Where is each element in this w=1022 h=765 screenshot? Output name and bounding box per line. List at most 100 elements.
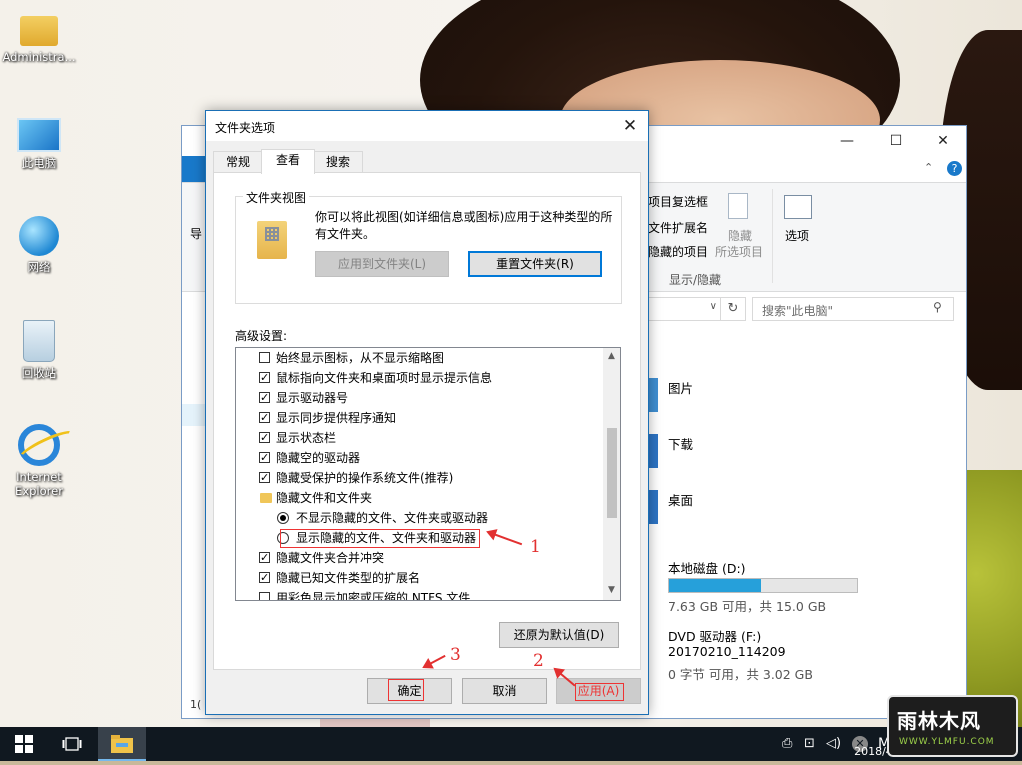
setting-show-popup-description[interactable]: 鼠标指向文件夹和桌面项时显示提示信息 [236, 368, 602, 388]
tab-view[interactable]: 查看 [261, 149, 315, 174]
drive-d[interactable]: 本地磁盘 (D:) 7.63 GB 可用，共 15.0 GB [648, 556, 948, 614]
checkbox[interactable] [259, 368, 270, 388]
refresh-icon[interactable]: ↻ [720, 297, 746, 321]
search-icon: ⚲ [933, 300, 942, 314]
start-button[interactable] [0, 727, 48, 761]
setting-label: 显示状态栏 [276, 431, 337, 445]
setting-label: 用彩色显示加密或压缩的 NTFS 文件 [276, 591, 471, 601]
setting-hide-empty-drives[interactable]: 隐藏空的驱动器 [236, 448, 602, 468]
desktop-icon-label: 此电脑 [21, 156, 57, 170]
windows-logo-icon [15, 735, 33, 753]
setting-hide-merge-conflicts[interactable]: 隐藏文件夹合并冲突 [236, 548, 602, 568]
checkbox[interactable] [259, 568, 270, 588]
watermark-text: 雨林木风 [897, 709, 981, 733]
address-box[interactable]: ∨ [648, 297, 722, 321]
taskbar-file-explorer[interactable] [98, 727, 146, 761]
close-icon[interactable]: ✕ [618, 114, 642, 138]
file-extensions-option[interactable]: 文件扩展名 [648, 219, 708, 236]
setting-hide-extensions[interactable]: 隐藏已知文件类型的扩展名 [236, 568, 602, 588]
task-view-button[interactable] [48, 727, 96, 761]
user-folder-icon [20, 16, 58, 46]
minimize-button[interactable]: — [824, 126, 870, 156]
setting-label: 鼠标指向文件夹和桌面项时显示提示信息 [276, 371, 493, 385]
checkbox[interactable] [259, 388, 270, 408]
scroll-up-icon[interactable]: ▲ [603, 348, 620, 365]
setting-show-status-bar[interactable]: 显示状态栏 [236, 428, 602, 448]
desktop-icon-recycle-bin[interactable]: 回收站 [1, 320, 77, 380]
close-button[interactable]: ✕ [920, 126, 966, 156]
folder-label: 桌面 [668, 493, 694, 508]
checkbox[interactable] [259, 352, 270, 363]
desktop-icon-administrator[interactable]: Administra... [1, 8, 77, 64]
ribbon-collapse-icon[interactable]: ⌃ [924, 161, 933, 174]
annotation-highlight-ok [388, 679, 424, 701]
setting-sync-provider-notifications[interactable]: 显示同步提供程序通知 [236, 408, 602, 428]
drive-name: 本地磁盘 (D:) [668, 561, 746, 576]
reset-folders-button[interactable]: 重置文件夹(R) [468, 251, 602, 277]
checkbox[interactable] [259, 548, 270, 568]
folder-pictures[interactable]: 图片 [648, 376, 948, 416]
drive-f[interactable]: DVD 驱动器 (F:) 20170210_114209 0 字节 可用，共 3… [648, 624, 948, 694]
navigation-pane-button[interactable]: 导 [190, 225, 202, 242]
setting-label: 隐藏文件夹合并冲突 [276, 551, 385, 565]
apply-to-folders-button[interactable]: 应用到文件夹(L) [315, 251, 449, 277]
maximize-button[interactable]: ☐ [873, 126, 919, 156]
options-button[interactable]: 选项 [785, 227, 809, 244]
pictures-folder-icon [648, 378, 658, 412]
desktop-icon-label-line2: Explorer [15, 484, 63, 498]
setting-show-drive-letters[interactable]: 显示驱动器号 [236, 388, 602, 408]
folder-downloads[interactable]: 下载 [648, 432, 948, 472]
checkbox[interactable] [259, 408, 270, 428]
checkbox[interactable] [259, 428, 270, 448]
tab-search[interactable]: 搜索 [313, 151, 363, 173]
desktop-icon-network[interactable]: 网络 [1, 216, 77, 274]
radio-button[interactable] [277, 512, 289, 524]
desktop-icon-internet-explorer[interactable]: Internet Explorer [1, 424, 77, 498]
folder-views-label: 文件夹视图 [243, 189, 310, 206]
chevron-down-icon[interactable]: ∨ [710, 301, 717, 312]
scroll-down-icon[interactable]: ▼ [603, 582, 620, 599]
advanced-settings-list[interactable]: 始终显示图标，从不显示缩略图 鼠标指向文件夹和桌面项时显示提示信息 显示驱动器号… [235, 347, 621, 601]
annotation-step-2: 2 [533, 651, 544, 671]
desktop-folder-icon [648, 490, 658, 524]
search-input[interactable]: 搜索"此电脑" ⚲ [752, 297, 954, 321]
desktop-icon-this-pc[interactable]: 此电脑 [1, 112, 77, 170]
restore-defaults-button[interactable]: 还原为默认值(D) [499, 622, 619, 648]
setting-label: 隐藏空的驱动器 [276, 451, 361, 465]
item-checkboxes-option[interactable]: 项目复选框 [648, 193, 708, 210]
setting-hide-protected-os-files[interactable]: 隐藏受保护的操作系统文件(推荐) [236, 468, 602, 488]
volume-icon[interactable]: ◁) [826, 736, 841, 751]
setting-label: 隐藏受保护的操作系统文件(推荐) [276, 471, 454, 485]
checkbox[interactable] [259, 592, 270, 600]
usb-icon[interactable]: ⎙ [782, 736, 792, 751]
file-explorer-icon [111, 735, 133, 753]
watermark-url: WWW.YLMFU.COM [899, 737, 995, 747]
setting-color-ntfs[interactable]: 用彩色显示加密或压缩的 NTFS 文件 [236, 588, 602, 601]
scrollbar-thumb[interactable] [607, 428, 617, 518]
setting-always-show-icons[interactable]: 始终显示图标，从不显示缩略图 [236, 348, 602, 368]
setting-group-hidden-files: 隐藏文件和文件夹 [236, 488, 602, 508]
drive-name: DVD 驱动器 (F:) [668, 629, 762, 644]
task-view-icon [62, 737, 82, 751]
cancel-button[interactable]: 取消 [462, 678, 547, 704]
hide-selected-label-line1[interactable]: 隐藏 [728, 227, 752, 244]
network-icon[interactable]: ⊡ [804, 736, 815, 751]
folder-options-dialog: 文件夹选项 ✕ 常规 查看 搜索 文件夹视图 你可以将此视图(如详细信息或图标)… [205, 110, 649, 715]
drive-free-text: 7.63 GB 可用，共 15.0 GB [668, 599, 827, 614]
setting-dont-show-hidden[interactable]: 不显示隐藏的文件、文件夹或驱动器 [236, 508, 602, 528]
help-icon[interactable]: ? [947, 161, 962, 176]
hide-selected-label-line2[interactable]: 所选项目 [715, 243, 763, 260]
hidden-items-option[interactable]: 隐藏的项目 [648, 243, 708, 260]
explorer-content: 图片 下载 桌面 本地磁盘 (D:) 7.63 GB 可用，共 15.0 GB … [648, 362, 966, 718]
dialog-titlebar: 文件夹选项 ✕ [206, 111, 648, 141]
checkbox[interactable] [259, 448, 270, 468]
folder-views-description: 你可以将此视图(如详细信息或图标)应用于这种类型的所有文件夹。 [315, 210, 613, 241]
network-globe-icon [19, 216, 59, 256]
folder-desktop[interactable]: 桌面 [648, 488, 948, 528]
tab-general[interactable]: 常规 [213, 151, 263, 173]
annotation-highlight-show-hidden [280, 529, 480, 548]
drive-free-text: 0 字节 可用，共 3.02 GB [668, 667, 813, 682]
checkbox[interactable] [259, 468, 270, 488]
settings-scrollbar[interactable]: ▲ ▼ [603, 348, 620, 600]
folder-views-group: 文件夹视图 你可以将此视图(如详细信息或图标)应用于这种类型的所有文件夹。 应用… [235, 189, 622, 304]
